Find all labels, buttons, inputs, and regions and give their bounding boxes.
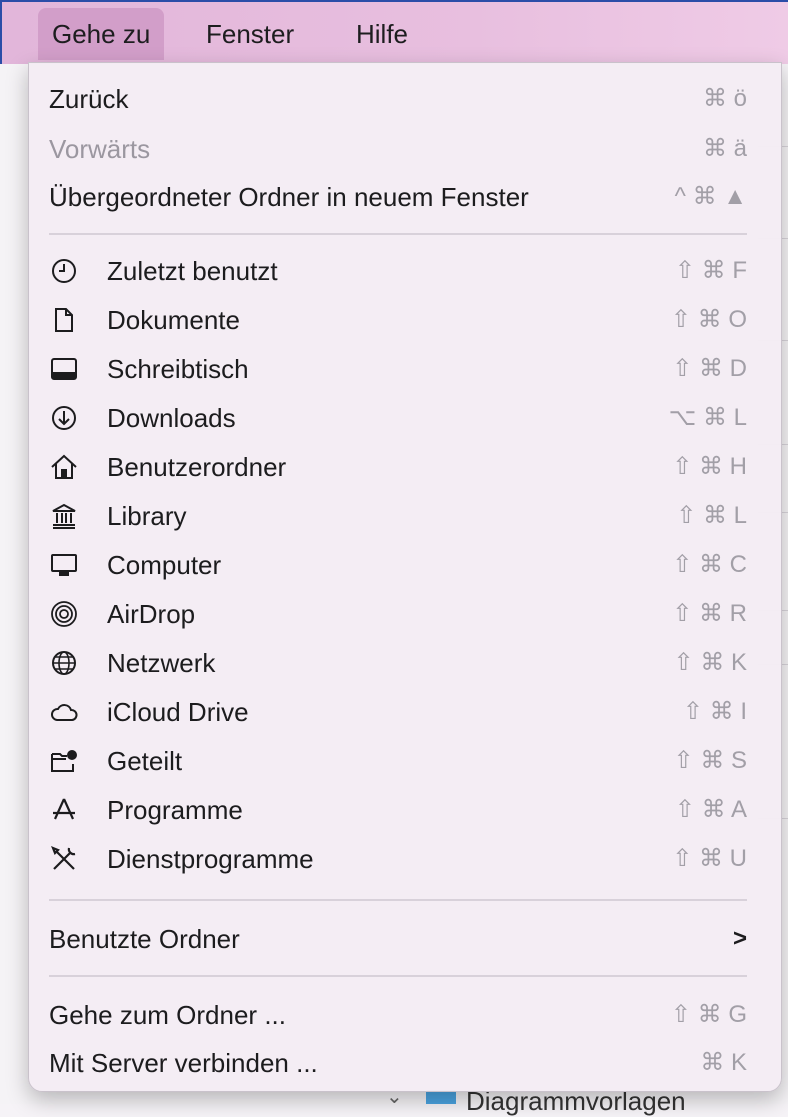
menubar-item-go[interactable]: Gehe zu — [38, 8, 165, 60]
menu-item-label: iCloud Drive — [107, 697, 249, 727]
menu-item-desktop[interactable]: Schreibtisch ⇧ ⌘ D — [29, 345, 781, 393]
menu-item-shortcut: ⌘ ö — [702, 85, 747, 112]
menu-item-documents[interactable]: Dokumente ⇧ ⌘ O — [29, 296, 781, 344]
clock-icon — [52, 259, 76, 283]
menu-item-shortcut: ⇧ ⌘ L — [676, 502, 747, 529]
menu-item-library[interactable]: Library ⇧ ⌘ L — [29, 492, 781, 540]
menu-item-recent-folders[interactable]: Benutzte Ordner > — [29, 915, 781, 963]
menu-item-shortcut: ⇧ ⌘ R — [672, 600, 747, 627]
desktop-icon — [51, 358, 77, 380]
menu-item-shortcut: ⌥ ⌘ L — [668, 404, 747, 431]
menu-item-shortcut: ⇧ ⌘ D — [672, 355, 747, 382]
document-icon — [55, 308, 73, 332]
menu-item-label: Library — [107, 501, 187, 531]
menu-item-shortcut: ⇧ ⌘ I — [682, 698, 747, 725]
menu-item-shortcut: ⇧ ⌘ K — [673, 649, 747, 676]
menu-item-label: Computer — [107, 550, 222, 580]
menu-item-shortcut: ⌘ K — [700, 1049, 747, 1076]
menu-item-connect-to-server[interactable]: Mit Server verbinden ... ⌘ K — [29, 1039, 781, 1087]
menu-item-airdrop[interactable]: AirDrop ⇧ ⌘ R — [29, 590, 781, 638]
menu-item-label: Dokumente — [107, 305, 240, 335]
menu-item-shortcut: ⇧ ⌘ H — [672, 453, 747, 480]
menu-item-shared[interactable]: Geteilt ⇧ ⌘ S — [29, 737, 781, 785]
menu-item-downloads[interactable]: Downloads ⌥ ⌘ L — [29, 394, 781, 442]
menu-item-label: Netzwerk — [107, 648, 216, 678]
menubar-item-window[interactable]: Fenster — [192, 8, 308, 60]
menu-item-computer[interactable]: Computer ⇧ ⌘ C — [29, 541, 781, 589]
menu-item-label: Mit Server verbinden ... — [49, 1048, 318, 1078]
menu-item-label: Zuletzt benutzt — [107, 256, 278, 286]
menu-item-icloud-drive[interactable]: iCloud Drive ⇧ ⌘ I — [29, 688, 781, 736]
menu-item-shortcut: ⇧ ⌘ S — [673, 747, 747, 774]
menu-item-label: Zurück — [49, 84, 129, 114]
menu-item-label: Benutzte Ordner — [49, 924, 240, 954]
menu-item-label: Schreibtisch — [107, 354, 249, 384]
menu-item-recents[interactable]: Zuletzt benutzt ⇧ ⌘ F — [29, 247, 781, 295]
home-icon — [51, 454, 77, 479]
shared-folder-icon — [51, 750, 77, 772]
menu-item-label: Gehe zum Ordner ... — [49, 1000, 286, 1030]
menu-item-utilities[interactable]: Dienstprogramme ⇧ ⌘ U — [29, 835, 781, 883]
menu-item-home[interactable]: Benutzerordner ⇧ ⌘ H — [29, 443, 781, 491]
menu-item-back[interactable]: Zurück ⌘ ö — [29, 75, 781, 123]
cloud-icon — [51, 704, 78, 721]
menubar-item-help[interactable]: Hilfe — [342, 8, 422, 60]
menu-item-network[interactable]: Netzwerk ⇧ ⌘ K — [29, 639, 781, 687]
download-icon — [52, 406, 76, 430]
menu-item-go-to-folder[interactable]: Gehe zum Ordner ... ⇧ ⌘ G — [29, 991, 781, 1039]
menu-item-label: Geteilt — [107, 746, 183, 776]
menu-item-label: Dienstprogramme — [107, 844, 314, 874]
menu-separator — [49, 233, 747, 235]
menu-item-label: Programme — [107, 795, 243, 825]
menu-item-label: AirDrop — [107, 599, 196, 629]
menu-item-shortcut: ⌘ ä — [702, 135, 747, 162]
menu-item-shortcut: ^ ⌘ ▲ — [674, 183, 747, 210]
menu-item-shortcut: ⇧ ⌘ U — [672, 845, 747, 872]
menu-separator — [49, 975, 747, 977]
utilities-icon — [51, 846, 76, 870]
chevron-right-icon: > — [732, 925, 747, 952]
network-icon — [52, 651, 76, 675]
library-icon — [52, 503, 76, 529]
menu-item-shortcut: ⇧ ⌘ A — [674, 796, 747, 823]
menu-item-enclosing-folder-new-window[interactable]: Übergeordneter Ordner in neuem Fenster ^… — [29, 173, 781, 221]
menu-item-shortcut: ⇧ ⌘ O — [670, 306, 747, 333]
menu-item-forward: Vorwärts ⌘ ä — [29, 125, 781, 173]
menu-item-label: Benutzerordner — [107, 452, 287, 482]
computer-icon — [51, 554, 77, 576]
go-menu-dropdown: Zurück ⌘ ö Vorwärts ⌘ ä Übergeordneter O… — [28, 62, 782, 1092]
menu-item-shortcut: ⇧ ⌘ G — [670, 1001, 747, 1028]
folder-icon — [426, 1090, 456, 1104]
applications-icon — [53, 798, 75, 820]
menu-bar: Gehe zu Fenster Hilfe — [0, 0, 788, 64]
menu-item-applications[interactable]: Programme ⇧ ⌘ A — [29, 786, 781, 834]
menu-item-shortcut: ⇧ ⌘ C — [672, 551, 747, 578]
menu-item-label: Downloads — [107, 403, 236, 433]
menu-item-label: Vorwärts — [49, 134, 151, 164]
airdrop-icon — [51, 601, 77, 627]
menu-item-shortcut: ⇧ ⌘ F — [674, 257, 747, 284]
menu-item-label: Übergeordneter Ordner in neuem Fenster — [49, 182, 529, 212]
menu-separator — [49, 899, 747, 901]
